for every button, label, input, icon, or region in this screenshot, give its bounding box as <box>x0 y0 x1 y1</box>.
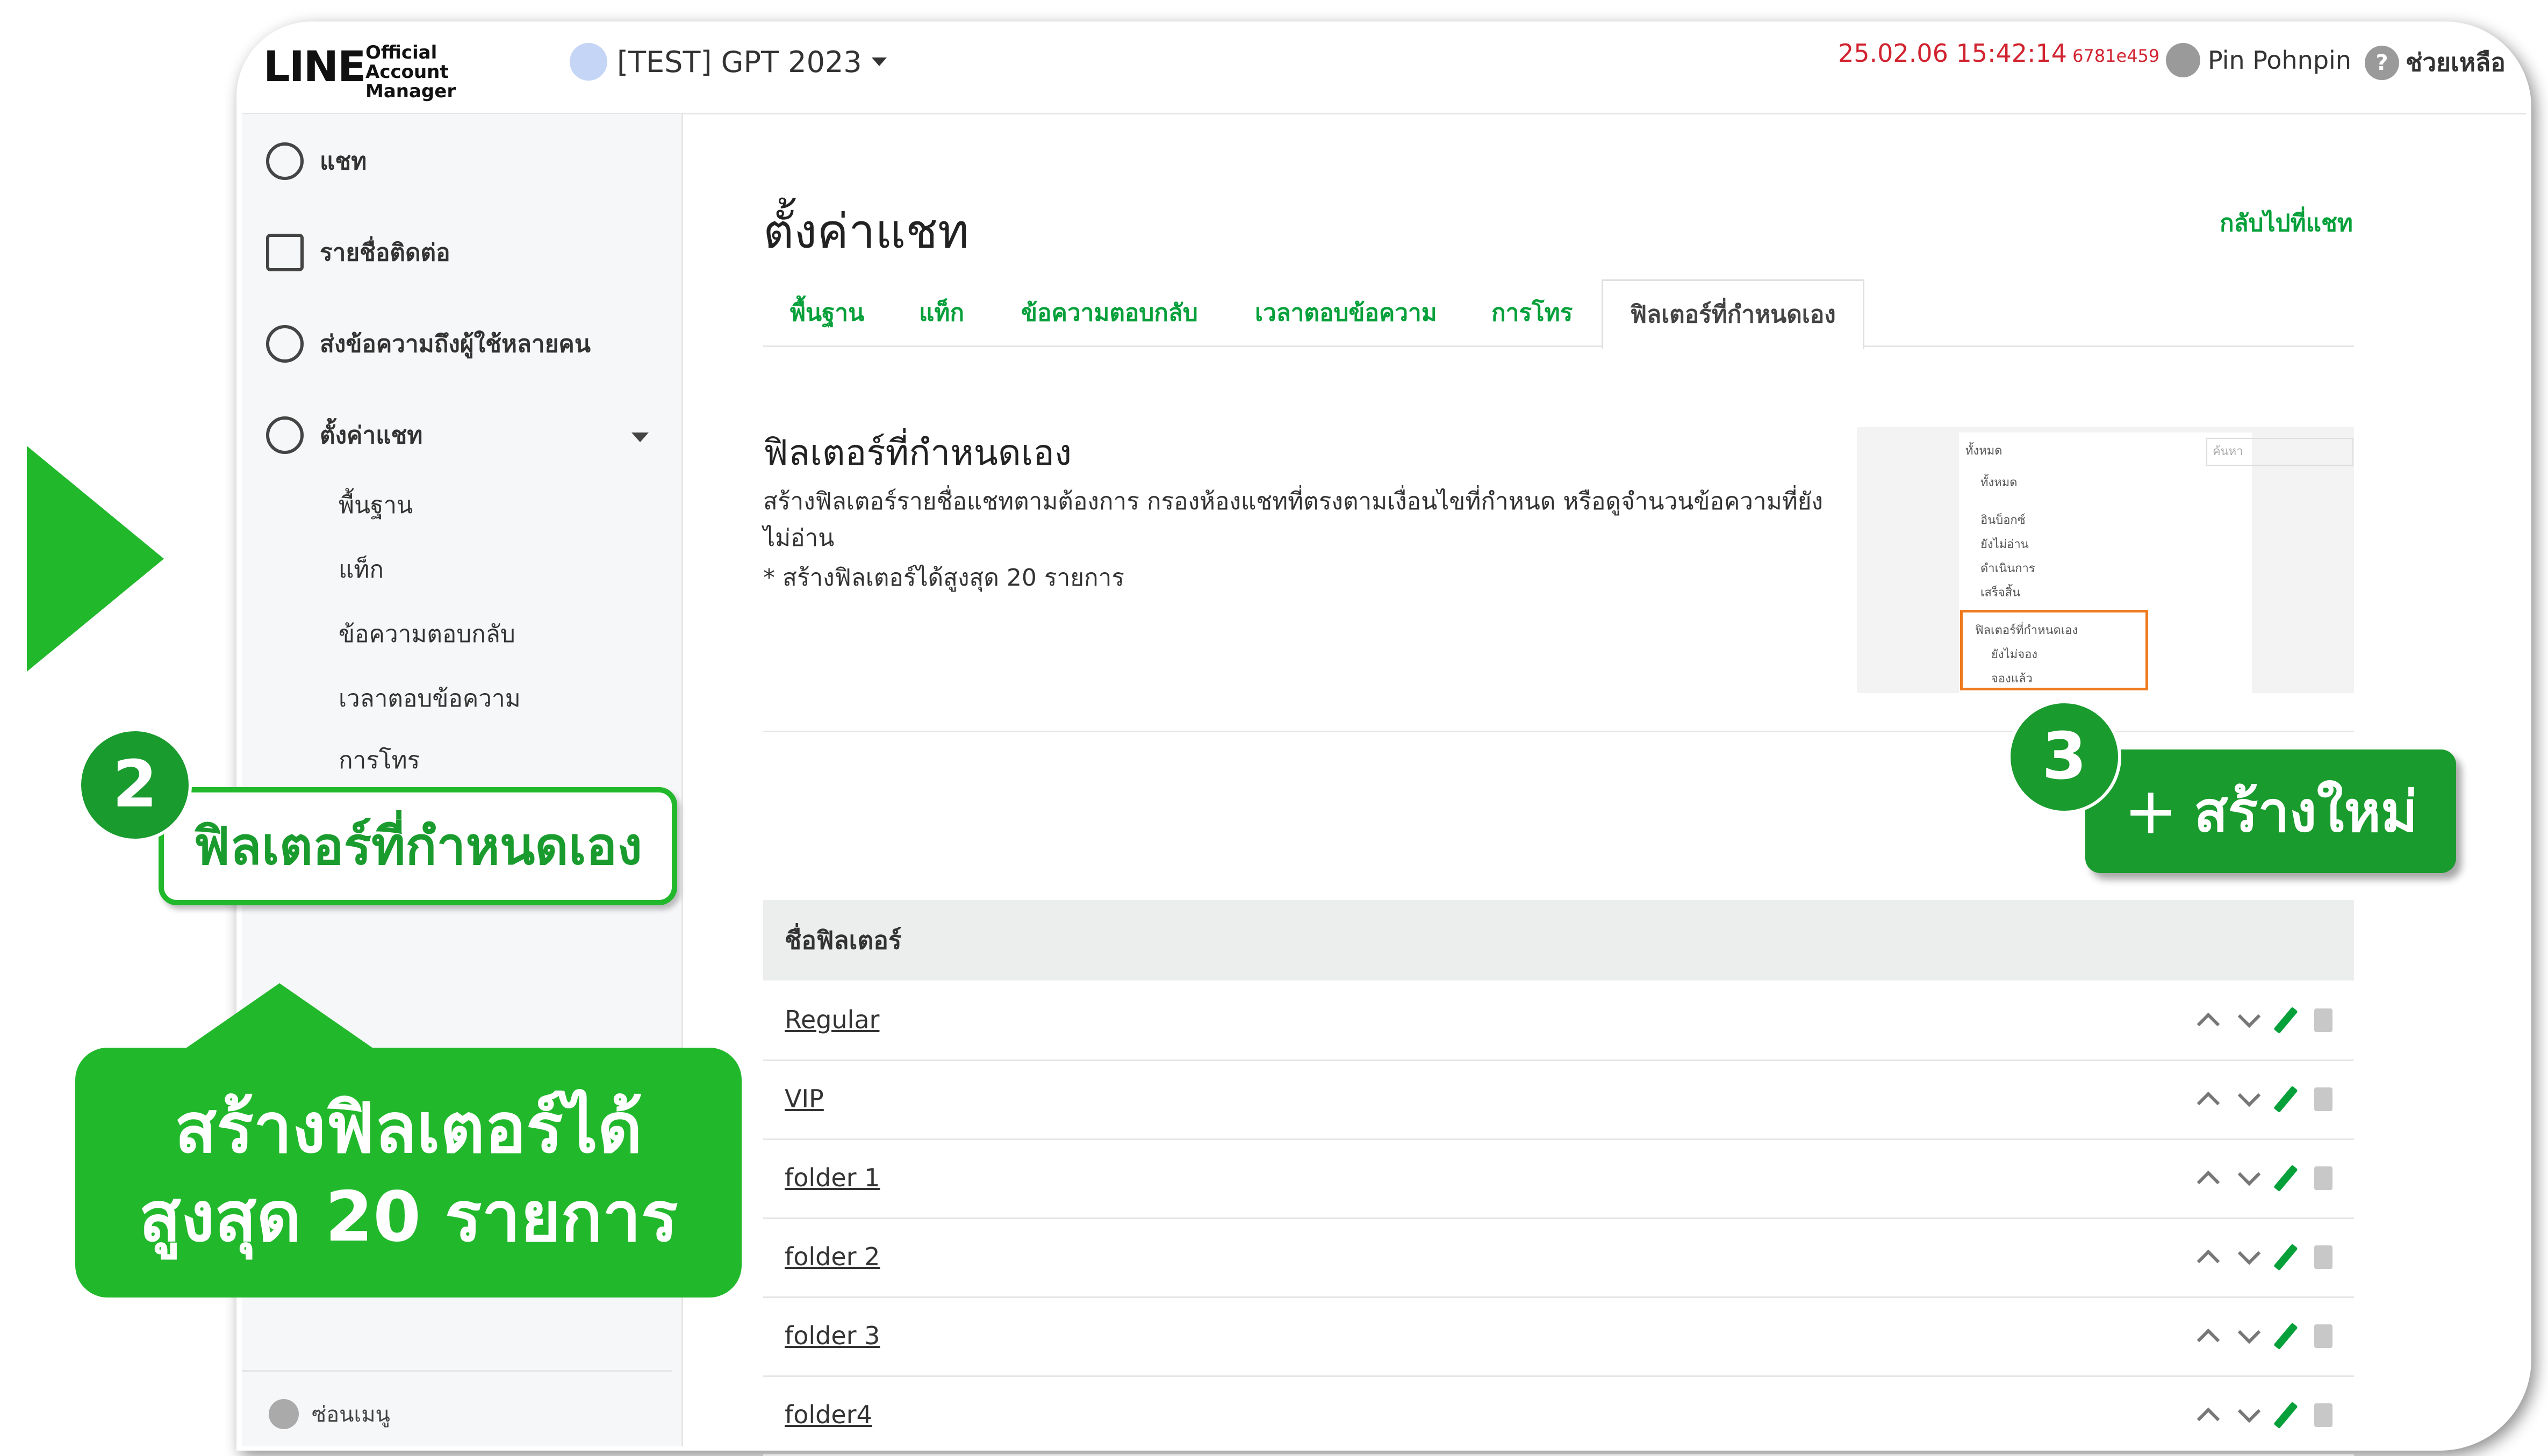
move-down-icon[interactable] <box>2237 1084 2261 1107</box>
trash-icon[interactable] <box>2314 1324 2332 1348</box>
edit-icon[interactable] <box>2273 1085 2298 1113</box>
plus-icon: + <box>2123 774 2178 849</box>
tooltip-line-2: สูงสุด 20 รายการ <box>139 1177 678 1257</box>
step-badge-3: 3 <box>2007 700 2121 814</box>
trash-icon[interactable] <box>2314 1166 2332 1190</box>
filter-name-link[interactable]: folder 1 <box>785 1138 880 1217</box>
filter-name-link[interactable]: VIP <box>785 1059 824 1138</box>
filter-name-link[interactable]: folder4 <box>785 1375 872 1454</box>
account-switcher[interactable]: [TEST] GPT 2023 <box>570 43 887 81</box>
move-up-icon[interactable] <box>2197 1407 2220 1430</box>
tab-tags[interactable]: แท็ก <box>919 279 964 347</box>
trash-icon[interactable] <box>2314 1403 2332 1427</box>
sidebar-subitem-basic[interactable]: พื้นฐาน <box>339 486 413 524</box>
trash-icon[interactable] <box>2314 1087 2332 1111</box>
move-down-icon[interactable] <box>2237 1005 2261 1028</box>
tab-custom-filters[interactable]: ฟิลเตอร์ที่กำหนดเอง <box>1602 279 1864 349</box>
tab-response-hours[interactable]: เวลาตอบข้อความ <box>1255 279 1437 347</box>
move-up-icon[interactable] <box>2197 1012 2220 1035</box>
filter-name-link[interactable]: folder 2 <box>785 1217 880 1296</box>
sidebar-item-chat[interactable]: แชท <box>266 142 367 180</box>
sidebar-subitem-response-hours[interactable]: เวลาตอบข้อความ <box>339 680 521 717</box>
custom-filter-callout: ฟิลเตอร์ที่กำหนดเอง <box>159 787 677 905</box>
tooltip-arrow <box>183 983 376 1050</box>
move-down-icon[interactable] <box>2237 1321 2261 1344</box>
trash-icon[interactable] <box>2314 1008 2332 1032</box>
move-down-icon[interactable] <box>2237 1400 2261 1423</box>
move-up-icon[interactable] <box>2197 1328 2220 1351</box>
contacts-icon <box>266 234 304 271</box>
tab-auto-reply[interactable]: ข้อความตอบกลับ <box>1021 279 1198 347</box>
sidebar-item-chat-settings[interactable]: ตั้งค่าแชท <box>266 416 422 454</box>
section-note: * สร้างฟิลเตอร์ได้สูงสุด 20 รายการ <box>763 564 1124 592</box>
tooltip-box: สร้างฟิลเตอร์ได้ สูงสุด 20 รายการ <box>75 1048 742 1298</box>
table-header: ชื่อฟิลเตอร์ <box>763 900 2354 981</box>
user-name: Pin Pohnpin <box>2208 46 2351 75</box>
table-row: Regular <box>763 981 2354 1061</box>
edit-icon[interactable] <box>2273 1006 2298 1034</box>
help-link[interactable]: ? ช่วยเหลือ <box>2365 43 2506 82</box>
table-row: folder4 <box>763 1375 2354 1456</box>
broadcast-icon <box>266 325 304 363</box>
sidebar-item-contacts[interactable]: รายชื่อติดต่อ <box>266 234 450 271</box>
edit-icon[interactable] <box>2273 1164 2298 1192</box>
caret-down-icon <box>871 57 887 66</box>
move-down-icon[interactable] <box>2237 1163 2261 1186</box>
table-row: folder 1 <box>763 1138 2354 1219</box>
table-row: folder 3 <box>763 1296 2354 1377</box>
step-badge-2: 2 <box>78 728 192 842</box>
edit-icon[interactable] <box>2273 1243 2298 1271</box>
back-to-chat-link[interactable]: กลับไปที่แชท <box>2220 204 2353 242</box>
user-avatar-icon <box>2166 43 2200 77</box>
table-row: VIP <box>763 1059 2354 1140</box>
filter-name-link[interactable]: Regular <box>785 981 879 1059</box>
move-up-icon[interactable] <box>2197 1170 2220 1193</box>
edit-icon[interactable] <box>2273 1401 2298 1429</box>
table-row: folder 2 <box>763 1217 2354 1298</box>
filter-name-link[interactable]: folder 3 <box>785 1296 880 1375</box>
move-up-icon[interactable] <box>2197 1249 2220 1272</box>
move-down-icon[interactable] <box>2237 1242 2261 1265</box>
tabs-underline <box>763 345 2354 347</box>
section-title: ฟิลเตอร์ที่กำหนดเอง <box>763 432 1072 473</box>
chevron-left-icon <box>269 1399 299 1429</box>
create-new-button[interactable]: + สร้างใหม่ <box>2085 749 2456 873</box>
tooltip-line-1: สร้างฟิลเตอร์ได้ <box>174 1088 643 1169</box>
move-up-icon[interactable] <box>2197 1091 2220 1114</box>
collapse-menu-button[interactable]: ซ่อนเมนู <box>269 1397 390 1431</box>
user-menu[interactable]: Pin Pohnpin <box>2166 43 2351 77</box>
highlight-box <box>1960 610 2148 690</box>
page-title: ตั้งค่าแชท <box>763 204 969 259</box>
chat-icon <box>266 142 304 180</box>
line-oa-logo[interactable]: LINE Official Account Manager <box>263 43 456 101</box>
sidebar-subitem-calls[interactable]: การโทร <box>339 741 420 779</box>
trash-icon[interactable] <box>2314 1245 2332 1269</box>
settings-tabs: พื้นฐาน แท็ก ข้อความตอบกลับ เวลาตอบข้อคว… <box>763 279 2354 349</box>
edit-icon[interactable] <box>2273 1322 2298 1350</box>
sidebar-subitem-auto-reply[interactable]: ข้อความตอบกลับ <box>339 615 515 653</box>
tab-calls[interactable]: การโทร <box>1491 279 1573 347</box>
tab-basic[interactable]: พื้นฐาน <box>790 279 864 347</box>
gear-icon <box>266 416 304 454</box>
account-name: [TEST] GPT 2023 <box>617 45 862 79</box>
account-avatar <box>570 43 607 81</box>
sidebar-bottom-divider <box>242 1370 672 1372</box>
section-description: สร้างฟิลเตอร์รายชื่อแชทตามต้องการ กรองห้… <box>763 488 1823 552</box>
sidebar-subitem-tags[interactable]: แท็ก <box>339 551 384 588</box>
chevron-down-icon[interactable] <box>631 433 649 442</box>
timestamp: 25.02.06 15:42:14 6781e459 <box>1838 39 2160 68</box>
help-icon: ? <box>2365 45 2399 80</box>
filter-preview-image: ทั้งหมด ค้นหา ทั้งหมด อินบ็อกซ์ ยังไม่อ่… <box>1857 427 2354 693</box>
sidebar-item-broadcast[interactable]: ส่งข้อความถึงผู้ใช้หลายคน <box>266 325 591 363</box>
play-arrow-icon <box>27 446 164 672</box>
